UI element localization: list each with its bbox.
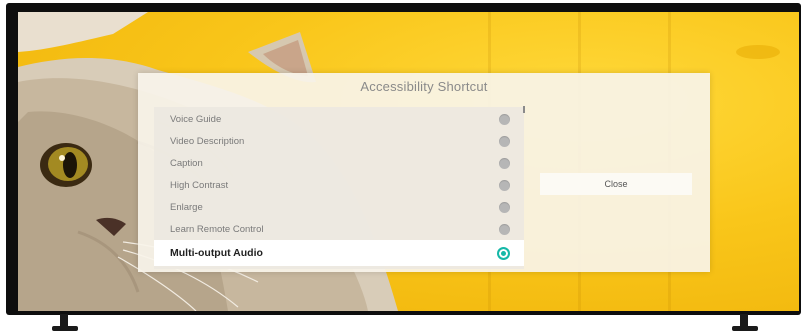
- menu-item-label: Enlarge: [170, 201, 203, 213]
- tv-stand-foot-right: [732, 326, 758, 331]
- radio-icon: [499, 223, 510, 235]
- radio-icon: [499, 157, 510, 169]
- menu-item-label: Video Description: [170, 135, 245, 147]
- menu-item-label: Learn Remote Control: [170, 223, 264, 235]
- radio-icon: [499, 201, 510, 213]
- menu-item-voice-guide[interactable]: Voice Guide: [154, 108, 524, 130]
- accessibility-menu-list: Voice Guide Video Description Caption Hi…: [154, 107, 524, 269]
- menu-item-high-contrast[interactable]: High Contrast: [154, 174, 524, 196]
- tv-bezel: Accessibility Shortcut Voice Guide Video…: [6, 3, 801, 315]
- dialog-title: Accessibility Shortcut: [360, 79, 488, 94]
- menu-item-label: Multi-output Audio: [170, 247, 263, 259]
- menu-item-video-description[interactable]: Video Description: [154, 130, 524, 152]
- close-button[interactable]: Close: [540, 173, 692, 195]
- menu-item-label: High Contrast: [170, 179, 229, 191]
- tv-screen: Accessibility Shortcut Voice Guide Video…: [18, 12, 799, 311]
- menu-item-multi-output-audio[interactable]: Multi-output Audio: [154, 240, 524, 266]
- radio-icon: [499, 135, 510, 147]
- menu-item-learn-remote-control[interactable]: Learn Remote Control: [154, 218, 524, 240]
- menu-item-label: Caption: [170, 157, 203, 169]
- scroll-indicator: [523, 106, 525, 113]
- radio-icon: [499, 113, 510, 125]
- menu-item-caption[interactable]: Caption: [154, 152, 524, 174]
- menu-item-enlarge[interactable]: Enlarge: [154, 196, 524, 218]
- radio-icon: [499, 179, 510, 191]
- menu-item-label: Voice Guide: [170, 113, 222, 125]
- tv-stand-foot-left: [52, 326, 78, 331]
- radio-selected-icon: [497, 246, 510, 260]
- accessibility-shortcut-dialog: Accessibility Shortcut Voice Guide Video…: [138, 73, 710, 272]
